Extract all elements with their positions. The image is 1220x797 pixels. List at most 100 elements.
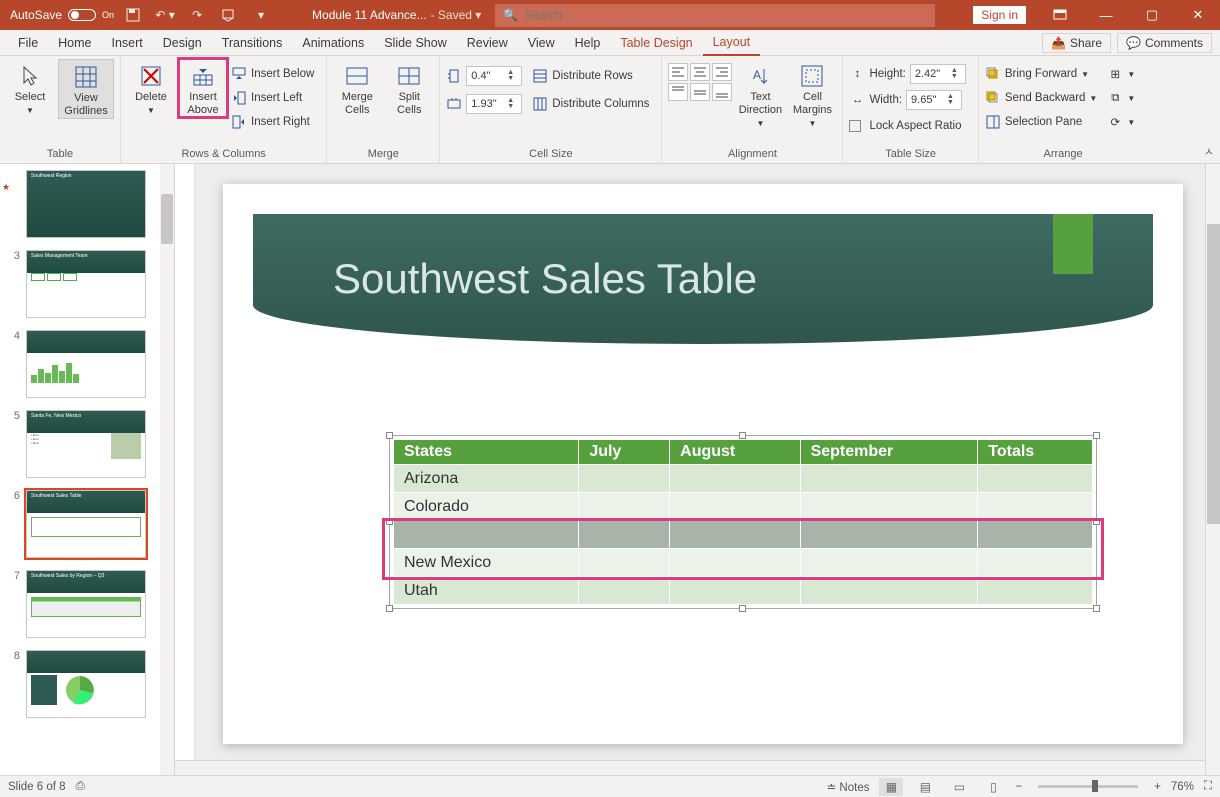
insert-right-button[interactable]: Insert Right [231,111,320,133]
table-height-input[interactable]: 2.42"▲▼ [910,64,966,84]
slide-sorter-view-button[interactable]: ▤ [913,778,937,796]
tab-transitions[interactable]: Transitions [212,30,293,56]
select-button[interactable]: Select▼ [6,59,54,116]
resize-handle[interactable] [386,605,393,612]
insert-left-button[interactable]: Insert Left [231,87,320,109]
tab-review[interactable]: Review [457,30,518,56]
share-button[interactable]: 📤Share [1042,33,1111,53]
bring-forward-button[interactable]: Bring Forward ▼ [985,63,1103,85]
tab-table-design[interactable]: Table Design [610,30,702,56]
horizontal-scrollbar[interactable] [175,760,1205,775]
insert-above-button[interactable]: Insert Above [179,59,227,117]
sign-in-button[interactable]: Sign in [973,6,1026,24]
reading-view-button[interactable]: ▭ [947,778,971,796]
zoom-slider[interactable] [1038,785,1138,788]
delete-button[interactable]: Delete▼ [127,59,175,116]
slide-counter[interactable]: Slide 6 of 8 [8,781,66,793]
accessibility-icon[interactable]: ⎙ [76,780,85,793]
table-width-input[interactable]: 9.65"▲▼ [906,90,962,110]
start-from-beginning-icon[interactable] [216,3,242,27]
comments-button[interactable]: 💬Comments [1117,33,1212,53]
tab-animations[interactable]: Animations [292,30,374,56]
cell-margins-label: Cell Margins [788,91,836,117]
spin-down-icon[interactable]: ▼ [951,74,961,80]
spin-down-icon[interactable]: ▼ [507,104,517,110]
spin-down-icon[interactable]: ▼ [947,100,957,106]
align-bottom-button[interactable] [712,83,732,101]
resize-handle[interactable] [386,432,393,439]
merge-cells-button[interactable]: Merge Cells [333,59,381,117]
slide-thumbnail[interactable]: 6Southwest Sales Table [0,484,174,564]
slide-canvas[interactable]: Southwest Sales Table StatesJulyAugustSe… [223,184,1183,744]
resize-handle[interactable] [739,605,746,612]
align-left-button[interactable] [668,63,688,81]
slide-thumbnail[interactable]: ★4 [0,324,174,404]
fit-to-window-button[interactable]: ⛶ [1204,780,1212,793]
view-gridlines-button[interactable]: View Gridlines [58,59,114,119]
zoom-in-button[interactable]: + [1154,781,1161,793]
search-box[interactable]: 🔍 [495,4,935,27]
minimize-button[interactable]: — [1084,0,1128,30]
zoom-level[interactable]: 76% [1171,781,1194,793]
resize-handle[interactable] [1093,605,1100,612]
align-center-button[interactable] [690,63,710,81]
slide-title[interactable]: Southwest Sales Table [333,255,757,303]
tab-design[interactable]: Design [153,30,212,56]
align-middle-button[interactable] [690,83,710,101]
normal-view-button[interactable]: ▦ [879,778,903,796]
search-input[interactable] [524,8,927,22]
tab-view[interactable]: View [518,30,565,56]
notes-button[interactable]: ≐ Notes [827,780,870,794]
document-name[interactable]: Module 11 Advance... [312,8,427,22]
slide-thumbnail[interactable]: 3Sales Management Team [0,244,174,324]
resize-handle[interactable] [739,432,746,439]
slide-thumbnail[interactable]: Southwest Region [0,164,174,244]
close-button[interactable]: ✕ [1176,0,1220,30]
quickaccess-more[interactable]: ▾ [248,3,274,27]
slideshow-view-button[interactable]: ▯ [981,778,1005,796]
cell-margins-button[interactable]: Cell Margins▼ [788,59,836,129]
send-backward-button[interactable]: Send Backward ▼ [985,87,1103,109]
column-width-input[interactable]: 1.93"▲▼ [466,94,522,114]
selection-pane-button[interactable]: Selection Pane [985,111,1103,133]
lock-aspect-ratio-checkbox[interactable]: Lock Aspect Ratio [849,115,971,137]
align-top-button[interactable] [668,83,688,101]
tab-help[interactable]: Help [565,30,611,56]
resize-handle[interactable] [1093,518,1100,525]
align-right-button[interactable] [712,63,732,81]
text-direction-button[interactable]: A Text Direction▼ [736,59,784,129]
tab-file[interactable]: File [8,30,48,56]
tab-home[interactable]: Home [48,30,101,56]
table-object[interactable]: StatesJulyAugustSeptemberTotalsArizonaCo… [393,439,1093,605]
undo-button[interactable]: ↶ ▾ [152,3,178,27]
slide-thumbnail[interactable]: 7Southwest Sales by Region – Q3 [0,564,174,644]
row-height-input[interactable]: 0.4"▲▼ [466,66,522,86]
group-table-size: ↕Height:2.42"▲▼ ↔Width:9.65"▲▼ Lock Aspe… [843,56,978,163]
document-saved-state[interactable]: - Saved ▾ [431,8,482,22]
tab-insert[interactable]: Insert [102,30,153,56]
thumbnail-scrollbar[interactable] [160,164,174,775]
save-icon[interactable] [120,3,146,27]
resize-handle[interactable] [386,518,393,525]
autosave-toggle[interactable] [68,9,96,21]
align-button[interactable]: ⊞▼ [1107,63,1141,85]
rotate-button[interactable]: ⟳▼ [1107,111,1141,133]
slide-thumbnail[interactable]: 8 [0,644,174,724]
tab-layout[interactable]: Layout [703,30,761,56]
split-cells-button[interactable]: Split Cells [385,59,433,117]
group-objects-button[interactable]: ⧉▼ [1107,87,1141,109]
vertical-scrollbar[interactable] [1205,164,1220,775]
ribbon-display-options-icon[interactable] [1038,0,1082,30]
insert-below-button[interactable]: Insert Below [231,63,320,85]
spin-down-icon[interactable]: ▼ [507,76,517,82]
distribute-columns-button[interactable]: Distribute Columns [532,93,655,115]
tab-slideshow[interactable]: Slide Show [374,30,457,56]
align-icon: ⊞ [1107,66,1123,82]
maximize-button[interactable]: ▢ [1130,0,1174,30]
collapse-ribbon-icon[interactable]: ㅅ [1204,143,1214,159]
zoom-out-button[interactable]: − [1015,781,1022,793]
resize-handle[interactable] [1093,432,1100,439]
slide-thumbnail[interactable]: 5Santa Fe, New Mexico• item• item• item [0,404,174,484]
distribute-rows-button[interactable]: Distribute Rows [532,65,655,87]
redo-button[interactable]: ↷ [184,3,210,27]
